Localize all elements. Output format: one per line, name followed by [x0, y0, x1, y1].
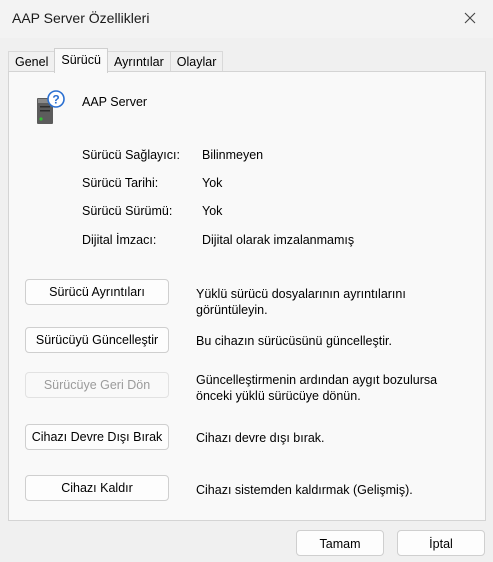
update-driver-button[interactable]: Sürücüyü Güncelleştir: [25, 327, 169, 353]
window-title: AAP Server Özellikleri: [12, 10, 150, 26]
roll-back-driver-desc: Güncelleştirmenin ardından aygıt bozulur…: [196, 373, 438, 403]
driver-provider-value: Bilinmeyen: [202, 148, 264, 162]
digital-signer-label: Dijital İmzacı:: [82, 233, 157, 247]
tab-events[interactable]: Olaylar: [169, 51, 224, 72]
driver-details-button[interactable]: Sürücü Ayrıntıları: [25, 279, 169, 305]
tab-details[interactable]: Ayrıntılar: [106, 51, 171, 72]
driver-details-desc: Yüklü sürücü dosyalarının ayrıntılarını …: [196, 287, 406, 317]
digital-signer-value: Dijital olarak imzalanmamış: [202, 233, 355, 247]
close-icon: [464, 12, 476, 24]
disable-device-button[interactable]: Cihazı Devre Dışı Bırak: [25, 424, 169, 450]
device-name: AAP Server: [82, 95, 148, 109]
unknown-device-icon: ?: [37, 90, 65, 124]
title-bar: AAP Server Özellikleri: [0, 0, 493, 38]
uninstall-device-button[interactable]: Cihazı Kaldır: [25, 475, 169, 501]
tab-driver[interactable]: Sürücü: [54, 48, 108, 73]
driver-date-value: Yok: [202, 176, 223, 190]
disable-device-desc: Cihazı devre dışı bırak.: [196, 431, 325, 445]
driver-date-label: Sürücü Tarihi:: [82, 176, 159, 190]
driver-version-label: Sürücü Sürümü:: [82, 204, 173, 218]
close-button[interactable]: [447, 0, 493, 36]
driver-version-value: Yok: [202, 204, 223, 218]
cancel-button[interactable]: İptal: [397, 530, 485, 556]
ok-button[interactable]: Tamam: [296, 530, 384, 556]
update-driver-desc: Bu cihazın sürücüsünü güncelleştir.: [196, 334, 392, 348]
tab-strip: Genel Sürücü Ayrıntılar Olaylar: [8, 48, 224, 73]
roll-back-driver-button: Sürücüye Geri Dön: [25, 372, 169, 398]
svg-text:?: ?: [52, 92, 59, 106]
driver-panel: ? AAP Server Sürücü Sağlayıcı: Bilinmeye…: [8, 71, 486, 521]
tab-general[interactable]: Genel: [8, 51, 56, 72]
driver-provider-label: Sürücü Sağlayıcı:: [82, 148, 180, 162]
uninstall-device-desc: Cihazı sistemden kaldırmak (Gelişmiş).: [196, 483, 413, 497]
